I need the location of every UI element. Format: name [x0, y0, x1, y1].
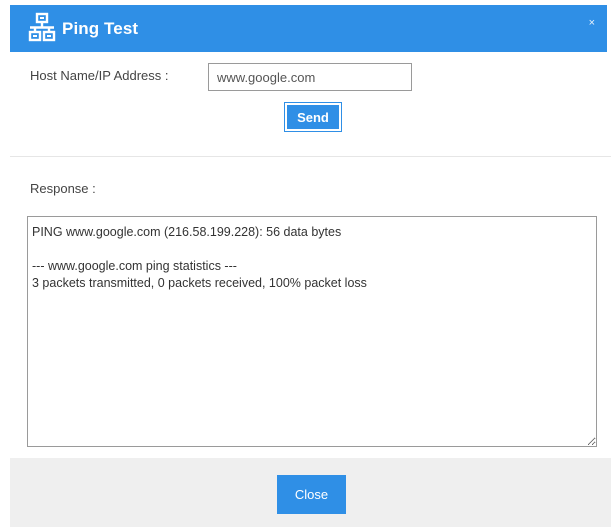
- close-button[interactable]: Close: [277, 475, 346, 514]
- close-icon[interactable]: ×: [589, 17, 595, 29]
- dialog-titlebar: Ping Test ×: [10, 5, 607, 52]
- host-input[interactable]: [208, 63, 412, 91]
- network-icon: [28, 12, 56, 42]
- host-label: Host Name/IP Address :: [30, 68, 169, 83]
- ping-test-dialog: Ping Test × Host Name/IP Address : Send …: [0, 0, 611, 527]
- dialog-title: Ping Test: [62, 19, 139, 38]
- response-textarea[interactable]: [27, 216, 597, 447]
- response-label: Response :: [30, 181, 96, 196]
- send-button[interactable]: Send: [284, 102, 342, 132]
- section-divider: [10, 156, 611, 157]
